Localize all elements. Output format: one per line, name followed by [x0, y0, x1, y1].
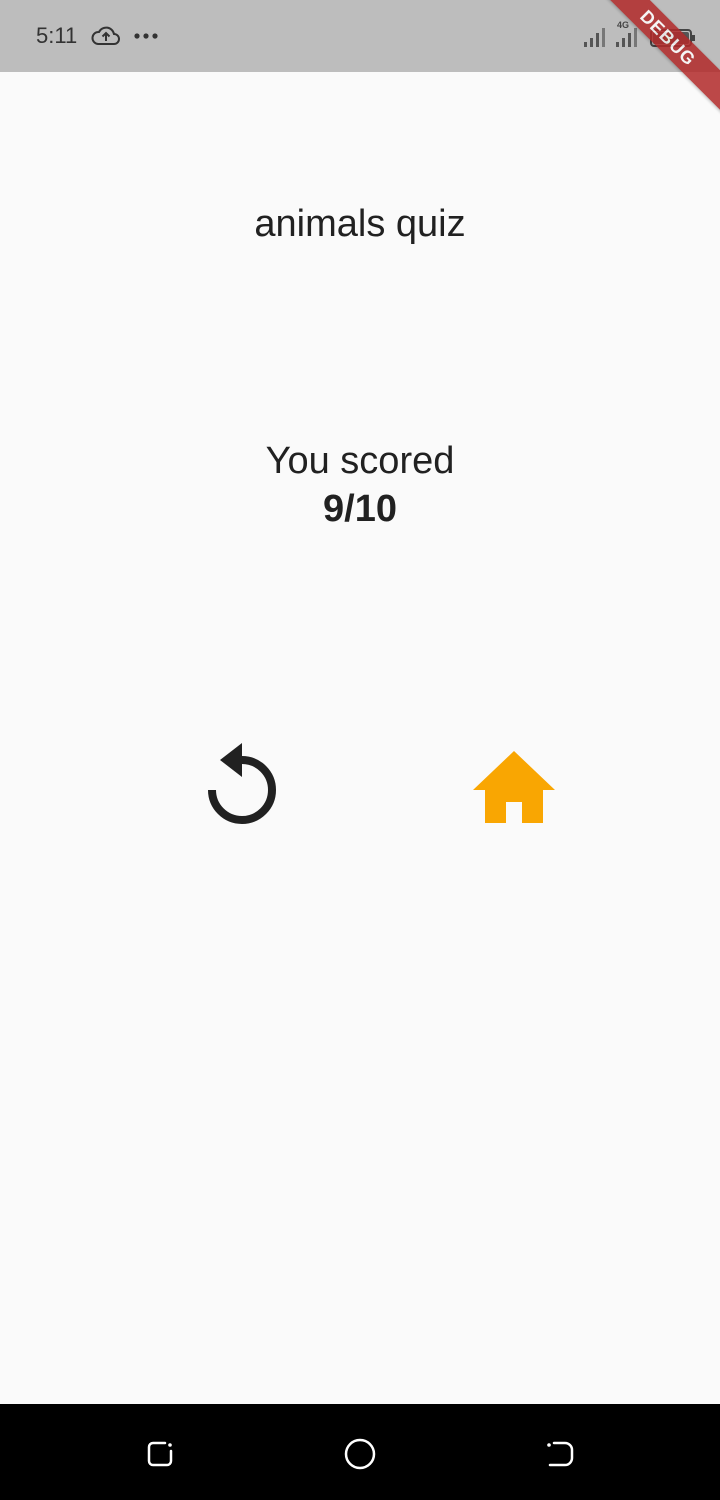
- home-icon: [473, 751, 555, 823]
- replay-icon: [208, 743, 276, 824]
- status-bar: 5:11 4G DEBUG: [0, 0, 720, 126]
- more-dots-icon: [134, 33, 158, 39]
- quiz-title: animals quiz: [254, 203, 466, 245]
- retry-button[interactable]: [200, 740, 284, 832]
- recent-apps-button[interactable]: [142, 1436, 178, 1472]
- nav-home-button[interactable]: [342, 1436, 378, 1472]
- cloud-upload-icon: [91, 26, 120, 45]
- home-button[interactable]: [468, 746, 560, 828]
- back-icon: [547, 1441, 574, 1467]
- signal-icon: [616, 28, 637, 47]
- score-value: 9/10: [323, 488, 397, 530]
- signal-icon: [584, 28, 605, 47]
- debug-banner: DEBUG: [580, 0, 720, 126]
- nav-back-button[interactable]: [542, 1436, 578, 1472]
- status-time: 5:11: [36, 23, 78, 48]
- navigation-bar: [0, 1404, 720, 1500]
- score-label: You scored: [265, 440, 455, 482]
- recent-apps-icon: [147, 1441, 173, 1467]
- home-circle-icon: [344, 1438, 376, 1470]
